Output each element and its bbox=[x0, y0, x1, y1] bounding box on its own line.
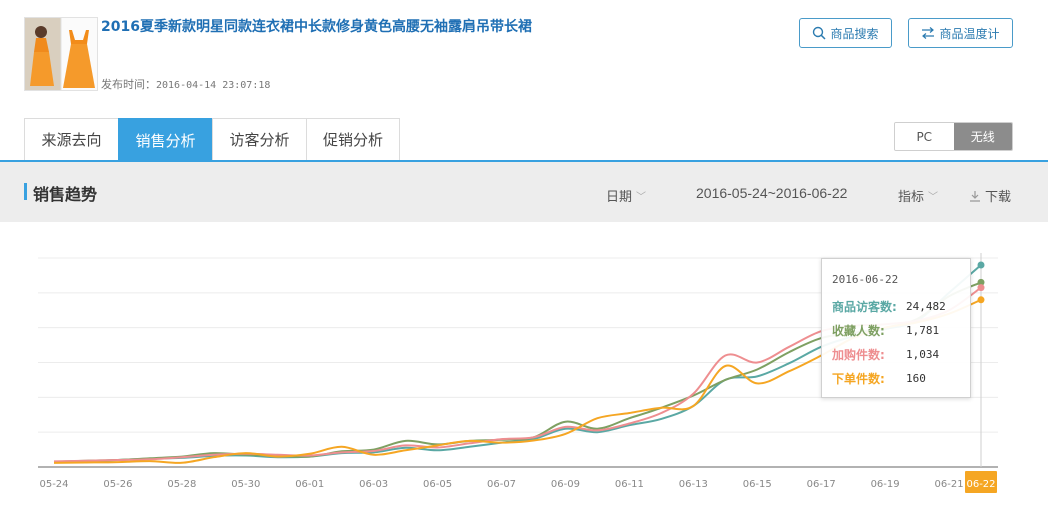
tooltip-label: 收藏人数 bbox=[832, 323, 881, 338]
download-icon bbox=[970, 190, 980, 202]
x-tick-label: 06-17 bbox=[807, 479, 836, 490]
tooltip-label: 商品访客数 bbox=[832, 299, 893, 314]
product-image bbox=[25, 18, 97, 90]
product-thermometer-button[interactable]: 商品温度计 bbox=[908, 18, 1013, 48]
tooltip-label: 下单件数 bbox=[832, 371, 881, 386]
download-label: 下载 bbox=[985, 190, 1012, 205]
tooltip-value: 24,482 bbox=[906, 299, 946, 313]
tooltip-row-favorites: 收藏人数: 1,781 bbox=[832, 323, 940, 338]
tab-source[interactable]: 来源去向 bbox=[24, 118, 118, 161]
chevron-down-icon: ﹀ bbox=[928, 192, 939, 203]
tooltip-row-orders: 下单件数: 160 bbox=[832, 371, 926, 386]
product-title[interactable]: 2016夏季新款明星同款连衣裙中长款修身黄色高腰无袖露肩吊带长裙 bbox=[101, 16, 532, 36]
product-search-button[interactable]: 商品搜索 bbox=[799, 18, 892, 48]
date-dropdown[interactable]: 日期 ﹀ bbox=[606, 186, 646, 205]
tooltip-row-visitors: 商品访客数: 24,482 bbox=[832, 299, 946, 314]
analysis-tabs: 来源去向 销售分析 访客分析 促销分析 bbox=[24, 118, 400, 162]
tooltip-label: 加购件数 bbox=[832, 347, 881, 362]
series-point-4 bbox=[977, 296, 985, 304]
tab-sales-analysis[interactable]: 销售分析 bbox=[118, 118, 212, 162]
x-tick-label: 05-24 bbox=[39, 479, 68, 490]
x-tick-label: 06-13 bbox=[679, 479, 708, 490]
publish-timestamp: 2016-04-14 23:07:18 bbox=[156, 80, 271, 91]
x-tick-label: 06-22 bbox=[966, 479, 995, 490]
product-search-label: 商品搜索 bbox=[830, 26, 879, 41]
tooltip-date: 2016-06-22 bbox=[832, 273, 899, 286]
publish-time: 发布时间：2016-04-14 23:07:18 bbox=[101, 76, 270, 92]
chart-tooltip: 2016-06-22 商品访客数: 24,482 收藏人数: 1,781 加购件… bbox=[821, 258, 971, 398]
x-tick-label: 06-03 bbox=[359, 479, 388, 490]
tooltip-row-cart: 加购件数: 1,034 bbox=[832, 347, 940, 362]
x-tick-label: 06-21 bbox=[935, 479, 964, 490]
x-tick-label: 05-30 bbox=[231, 479, 260, 490]
x-tick-label: 06-11 bbox=[615, 479, 644, 490]
date-label: 日期 bbox=[606, 190, 633, 205]
section-title: 销售趋势 bbox=[33, 185, 98, 204]
swap-arrows-icon bbox=[922, 27, 935, 39]
metric-dropdown[interactable]: 指标 ﹀ bbox=[898, 186, 938, 205]
sales-trend-header bbox=[0, 162, 1048, 222]
search-icon bbox=[813, 26, 827, 40]
x-tick-label: 06-01 bbox=[295, 479, 324, 490]
download-button[interactable]: 下载 bbox=[969, 186, 1011, 205]
tab-promotion-analysis[interactable]: 促销分析 bbox=[306, 118, 400, 161]
product-thermometer-label: 商品温度计 bbox=[939, 26, 1000, 41]
section-accent-bar bbox=[24, 183, 27, 200]
series-point-3 bbox=[977, 284, 985, 292]
series-point-1 bbox=[977, 261, 985, 269]
x-tick-label: 06-15 bbox=[743, 479, 772, 490]
product-thumbnail[interactable] bbox=[24, 17, 98, 91]
x-tick-label: 06-05 bbox=[423, 479, 452, 490]
tooltip-value: 1,034 bbox=[906, 347, 940, 361]
x-tick-label: 06-19 bbox=[871, 479, 900, 490]
device-wireless-button[interactable]: 无线 bbox=[953, 123, 1012, 150]
tooltip-value: 1,781 bbox=[906, 323, 940, 337]
date-range[interactable]: 2016-05-24~2016-06-22 bbox=[696, 185, 847, 201]
x-tick-label: 06-09 bbox=[551, 479, 580, 490]
metric-label: 指标 bbox=[898, 190, 925, 205]
x-tick-label: 06-07 bbox=[487, 479, 516, 490]
device-toggle: PC 无线 bbox=[894, 122, 1013, 151]
tooltip-value: 160 bbox=[906, 371, 926, 385]
tab-visitor-analysis[interactable]: 访客分析 bbox=[212, 118, 306, 161]
chevron-down-icon: ﹀ bbox=[636, 192, 647, 203]
x-tick-label: 05-28 bbox=[167, 479, 196, 490]
publish-label: 发布时间： bbox=[101, 78, 156, 91]
device-pc-button[interactable]: PC bbox=[895, 123, 954, 150]
x-tick-label: 05-26 bbox=[103, 479, 132, 490]
